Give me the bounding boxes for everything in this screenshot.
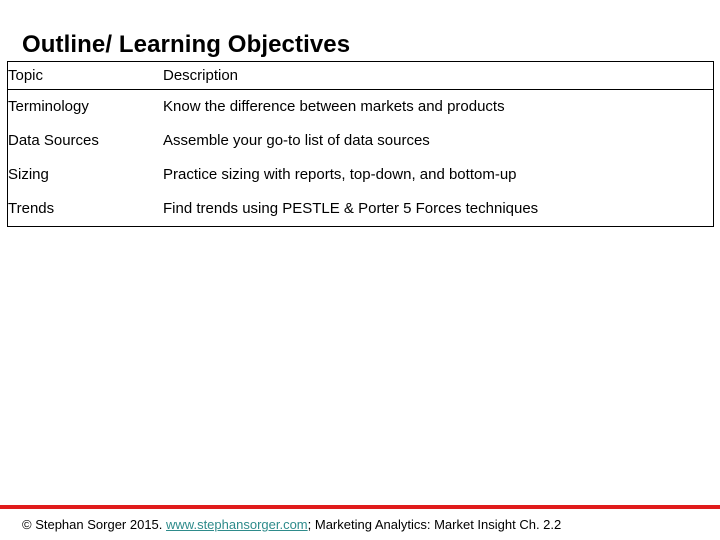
footer-divider (0, 505, 720, 509)
table-row: Trends Find trends using PESTLE & Porter… (8, 192, 713, 226)
slide: Outline/ Learning Objectives Topic Descr… (0, 0, 720, 540)
cell-topic: Sizing (8, 166, 49, 183)
footer-reference-text: ; Marketing Analytics: Market Insight Ch… (307, 517, 562, 532)
footer: © Stephan Sorger 2015. www.stephansorger… (22, 516, 561, 533)
table-header-row: Topic Description (8, 62, 713, 90)
cell-description: Know the difference between markets and … (163, 98, 505, 115)
table-row: Data Sources Assemble your go-to list of… (8, 124, 713, 158)
cell-topic: Terminology (8, 98, 89, 115)
cell-description: Practice sizing with reports, top-down, … (163, 166, 517, 183)
cell-topic: Trends (8, 200, 55, 217)
column-header-topic: Topic (8, 62, 163, 90)
cell-description: Find trends using PESTLE & Porter 5 Forc… (163, 200, 539, 217)
page-title: Outline/ Learning Objectives (22, 31, 351, 59)
footer-website-link[interactable]: www.stephansorger.com (166, 517, 308, 532)
column-header-description: Description (163, 62, 713, 90)
objectives-table: Topic Description Terminology Know the d… (7, 61, 714, 227)
table-row: Terminology Know the difference between … (8, 90, 713, 125)
cell-topic: Data Sources (8, 132, 99, 149)
table-row: Sizing Practice sizing with reports, top… (8, 158, 713, 192)
footer-copyright-text: © Stephan Sorger 2015. (22, 517, 167, 532)
cell-description: Assemble your go-to list of data sources (163, 132, 430, 149)
